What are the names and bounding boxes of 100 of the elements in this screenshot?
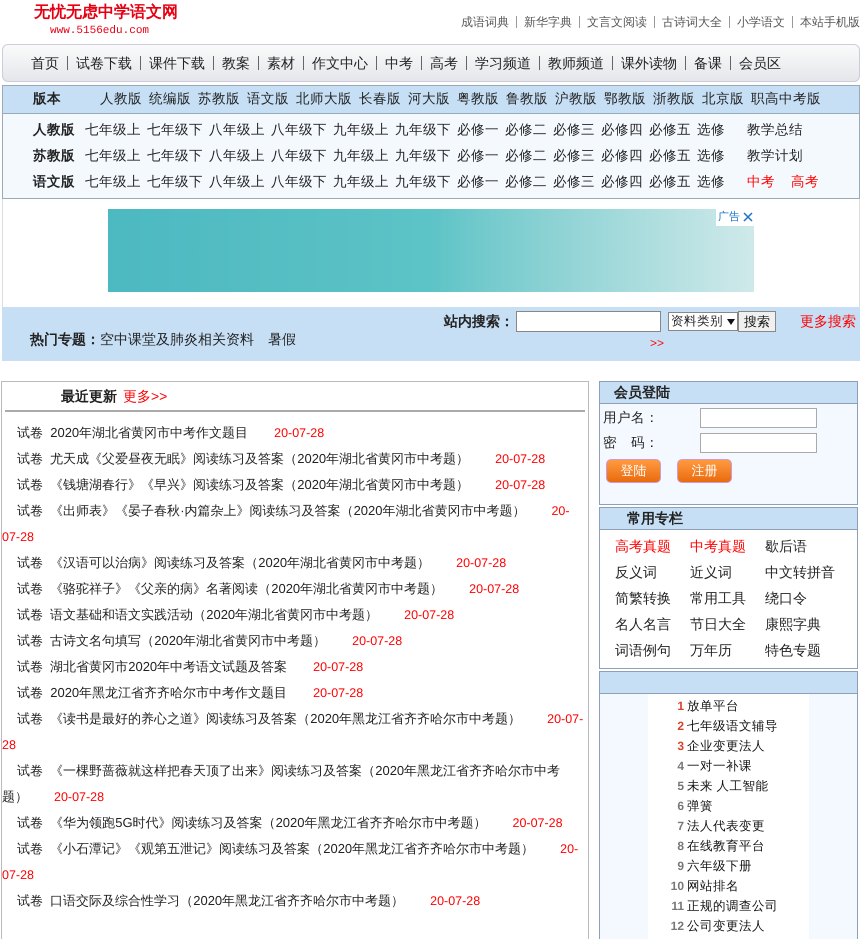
column-link[interactable]: 反义词 (615, 559, 690, 585)
topic-link[interactable]: 空中课堂及肺炎相关资料 (100, 328, 254, 350)
update-item[interactable]: 试卷 尤天成《父爱昼夜无眠》阅读练习及答案（2020年湖北省黄冈市中考题） 20-07-28 (2, 446, 584, 472)
grade-link[interactable]: 七年级上 (85, 146, 141, 166)
ranking-link[interactable]: 在线教育平台 (687, 836, 765, 856)
grade-link[interactable]: 选修 (697, 120, 725, 140)
grade-link[interactable]: 选修 (697, 172, 725, 192)
update-item[interactable]: 试卷 口语交际及综合性学习（2020年黑龙江省齐齐哈尔市中考题） 20-07-28 (2, 888, 584, 914)
update-item[interactable]: 试卷 2020年湖北省黄冈市中考作文题目 20-07-28 (2, 420, 584, 446)
top-link[interactable]: 文言文阅读 (587, 13, 647, 31)
version-link[interactable]: 长春版 (359, 89, 401, 110)
ranking-link[interactable]: 六年级下册 (687, 856, 752, 876)
nav-link[interactable]: 素材 (267, 52, 295, 74)
ranking-link[interactable]: 企业变更法人 (687, 736, 765, 756)
ranking-link[interactable]: 正规的调查公司 (687, 896, 778, 916)
grade-link[interactable]: 八年级下 (271, 146, 327, 166)
grade-link[interactable]: 七年级上 (85, 172, 141, 192)
extra-link[interactable]: 高考 (791, 172, 819, 192)
nav-link[interactable]: 高考 (430, 52, 458, 74)
top-link[interactable]: 新华字典 (524, 13, 572, 31)
update-item[interactable]: 试卷 《出师表》《晏子春秋·内篇杂上》阅读练习及答案（2020年湖北省黄冈市中考题） 20-07-28 (2, 498, 584, 550)
column-link[interactable]: 词语例句 (615, 637, 690, 663)
grade-link[interactable]: 九年级下 (395, 120, 451, 140)
ranking-link[interactable]: 未来 人工智能 (687, 776, 768, 796)
grade-link[interactable]: 七年级上 (85, 120, 141, 140)
grade-link[interactable]: 必修一 (457, 120, 499, 140)
grade-link[interactable]: 必修三 (553, 146, 595, 166)
nav-link[interactable]: 课外读物 (621, 52, 677, 74)
grade-link[interactable]: 必修一 (457, 146, 499, 166)
username-field[interactable] (700, 408, 817, 428)
version-link[interactable]: 北师大版 (296, 89, 352, 110)
top-link[interactable]: 本站手机版 (800, 13, 860, 31)
nav-link[interactable]: 试卷下载 (76, 52, 132, 74)
version-link[interactable]: 鄂教版 (604, 89, 646, 110)
grade-link[interactable]: 七年级下 (147, 172, 203, 192)
grade-link[interactable]: 必修四 (601, 146, 643, 166)
update-item[interactable]: 试卷 《小石潭记》《观第五泄记》阅读练习及答案（2020年黑龙江省齐齐哈尔市中考题） 20-07-28 (2, 836, 584, 888)
column-link[interactable]: 特色专题 (765, 637, 855, 663)
version-link[interactable]: 浙教版 (653, 89, 695, 110)
search-button[interactable]: 搜索 (738, 311, 776, 332)
top-link[interactable]: 古诗词大全 (662, 13, 722, 31)
grade-link[interactable]: 必修四 (601, 120, 643, 140)
grade-link[interactable]: 必修二 (505, 172, 547, 192)
ranking-link[interactable]: 七年级语文辅导 (687, 716, 778, 736)
grade-link[interactable]: 必修一 (457, 172, 499, 192)
grade-link[interactable]: 九年级下 (395, 172, 451, 192)
column-link[interactable]: 中考真题 (690, 533, 765, 559)
version-link[interactable]: 语文版 (247, 89, 289, 110)
grade-link[interactable]: 八年级下 (271, 172, 327, 192)
column-link[interactable]: 歇后语 (765, 533, 855, 559)
version-link[interactable]: 北京版 (702, 89, 744, 110)
column-link[interactable]: 万年历 (690, 637, 765, 663)
grade-link[interactable]: 九年级上 (333, 120, 389, 140)
update-item[interactable]: 试卷 语文基础和语文实践活动（2020年湖北省黄冈市中考题） 20-07-28 (2, 602, 584, 628)
nav-link[interactable]: 教案 (222, 52, 250, 74)
nav-link[interactable]: 会员区 (739, 52, 781, 74)
column-link[interactable]: 简繁转换 (615, 585, 690, 611)
grade-link[interactable]: 必修四 (601, 172, 643, 192)
ranking-link[interactable]: 网站排名 (687, 876, 739, 896)
ranking-link[interactable]: 一对一补课 (687, 756, 752, 776)
top-link[interactable]: 小学语文 (737, 13, 785, 31)
grade-link[interactable]: 必修二 (505, 146, 547, 166)
column-link[interactable]: 高考真题 (615, 533, 690, 559)
extra-link[interactable]: 教学总结 (747, 120, 803, 140)
grade-link[interactable]: 八年级上 (209, 120, 265, 140)
ad-banner[interactable]: 广告 (108, 209, 754, 292)
update-item[interactable]: 试卷 2020年黑龙江省齐齐哈尔市中考作文题目 20-07-28 (2, 680, 584, 706)
extra-link[interactable]: 中考 (747, 172, 775, 192)
grade-link[interactable]: 七年级下 (147, 120, 203, 140)
search-field[interactable] (516, 311, 661, 332)
more-link[interactable]: 更多>> (123, 386, 168, 406)
nav-link[interactable]: 备课 (694, 52, 722, 74)
version-link[interactable]: 沪教版 (555, 89, 597, 110)
version-link[interactable]: 职高中考版 (751, 89, 821, 110)
grade-link[interactable]: 必修五 (649, 146, 691, 166)
grade-link[interactable]: 必修二 (505, 120, 547, 140)
grade-link[interactable]: 必修三 (553, 172, 595, 192)
grade-link[interactable]: 七年级下 (147, 146, 203, 166)
column-link[interactable]: 中文转拼音 (765, 559, 855, 585)
version-link[interactable]: 苏教版 (198, 89, 240, 110)
grade-link[interactable]: 九年级上 (333, 172, 389, 192)
column-link[interactable]: 康熙字典 (765, 611, 855, 637)
grade-link[interactable]: 必修三 (553, 120, 595, 140)
nav-link[interactable]: 教师频道 (548, 52, 604, 74)
update-item[interactable]: 试卷 《一棵野蔷薇就这样把春天顶了出来》阅读练习及答案（2020年黑龙江省齐齐哈尔市中考题） 20-07-28 (2, 758, 584, 810)
grade-link[interactable]: 必修五 (649, 172, 691, 192)
column-link[interactable]: 绕口令 (765, 585, 855, 611)
password-field[interactable] (700, 433, 817, 454)
grade-link[interactable]: 八年级上 (209, 146, 265, 166)
grade-link[interactable]: 八年级下 (271, 120, 327, 140)
ranking-link[interactable]: 弹簧 (687, 796, 713, 816)
nav-link[interactable]: 课件下载 (149, 52, 205, 74)
update-item[interactable]: 试卷 《骆驼祥子》《父亲的病》名著阅读（2020年湖北省黄冈市中考题） 20-07-28 (2, 576, 584, 602)
update-item[interactable]: 试卷 古诗文名句填写（2020年湖北省黄冈市中考题） 20-07-28 (2, 628, 584, 654)
category-select[interactable]: 资料类别 (668, 312, 738, 331)
column-link[interactable]: 近义词 (690, 559, 765, 585)
version-link[interactable]: 人教版 (100, 89, 142, 110)
topic-link[interactable]: 暑假 (268, 328, 296, 350)
ranking-link[interactable]: 公司变更法人 (687, 916, 765, 936)
grade-link[interactable]: 九年级上 (333, 146, 389, 166)
